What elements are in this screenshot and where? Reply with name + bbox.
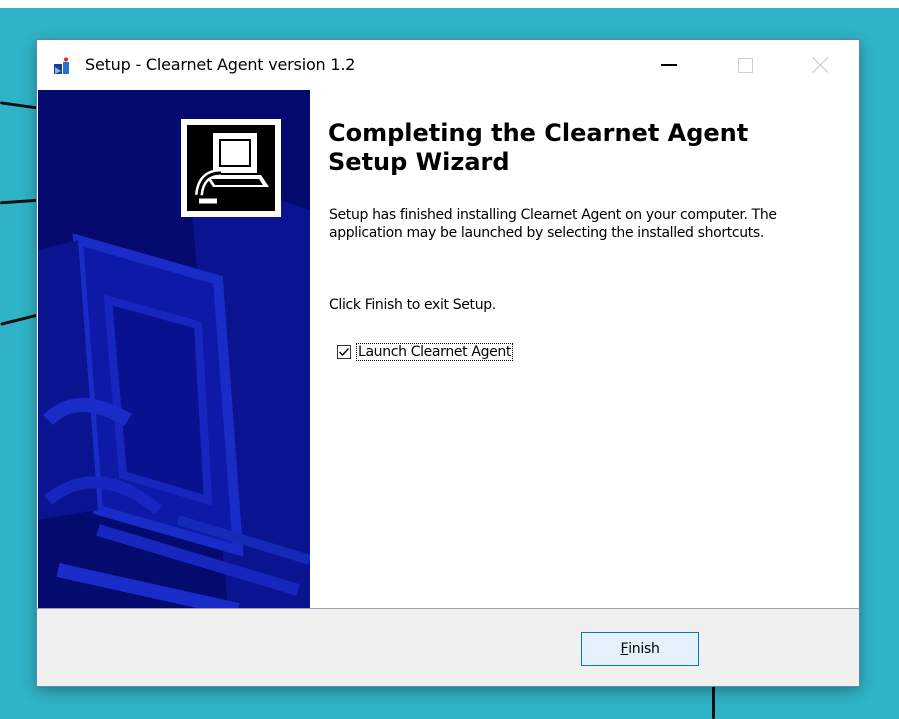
setup-logo-background bbox=[187, 125, 275, 211]
maximize-button[interactable] bbox=[717, 40, 773, 90]
desktop-wallpaper-line bbox=[0, 198, 41, 205]
finish-label: inish bbox=[628, 641, 660, 657]
wizard-content: Completing the Clearnet Agent Setup Wiza… bbox=[310, 90, 858, 608]
window-title: Setup - Clearnet Agent version 1.2 bbox=[85, 55, 356, 74]
wizard-side-image bbox=[38, 90, 310, 608]
exit-instruction: Click Finish to exit Setup. bbox=[329, 297, 496, 313]
launch-agent-checkbox[interactable] bbox=[337, 345, 351, 359]
close-icon bbox=[812, 56, 830, 74]
desktop-wallpaper-line bbox=[0, 313, 40, 326]
desktop-top-strip bbox=[0, 0, 899, 8]
button-bar: Finish bbox=[37, 608, 859, 686]
desktop-wallpaper-line bbox=[0, 101, 41, 110]
maximize-icon bbox=[737, 57, 753, 73]
launch-agent-label[interactable]: Launch Clearnet Agent bbox=[355, 343, 514, 361]
title-bar[interactable]: Setup - Clearnet Agent version 1.2 bbox=[37, 40, 859, 90]
installer-icon bbox=[54, 57, 69, 74]
finish-accel-letter: F bbox=[620, 641, 629, 657]
setup-logo bbox=[181, 119, 281, 217]
setup-window: Setup - Clearnet Agent version 1.2 Compl… bbox=[37, 40, 859, 686]
launch-agent-checkbox-row[interactable]: Launch Clearnet Agent bbox=[337, 343, 514, 361]
computer-install-icon bbox=[195, 133, 269, 204]
finish-button[interactable]: Finish bbox=[581, 632, 699, 666]
completion-message: Setup has finished installing Clearnet A… bbox=[329, 207, 777, 241]
minimize-icon bbox=[661, 64, 677, 66]
checkmark-icon bbox=[339, 348, 349, 356]
desktop-wallpaper-line bbox=[712, 686, 715, 719]
minimize-button[interactable] bbox=[641, 40, 697, 90]
close-button[interactable] bbox=[793, 40, 849, 90]
wizard-heading: Completing the Clearnet Agent Setup Wiza… bbox=[328, 119, 749, 176]
